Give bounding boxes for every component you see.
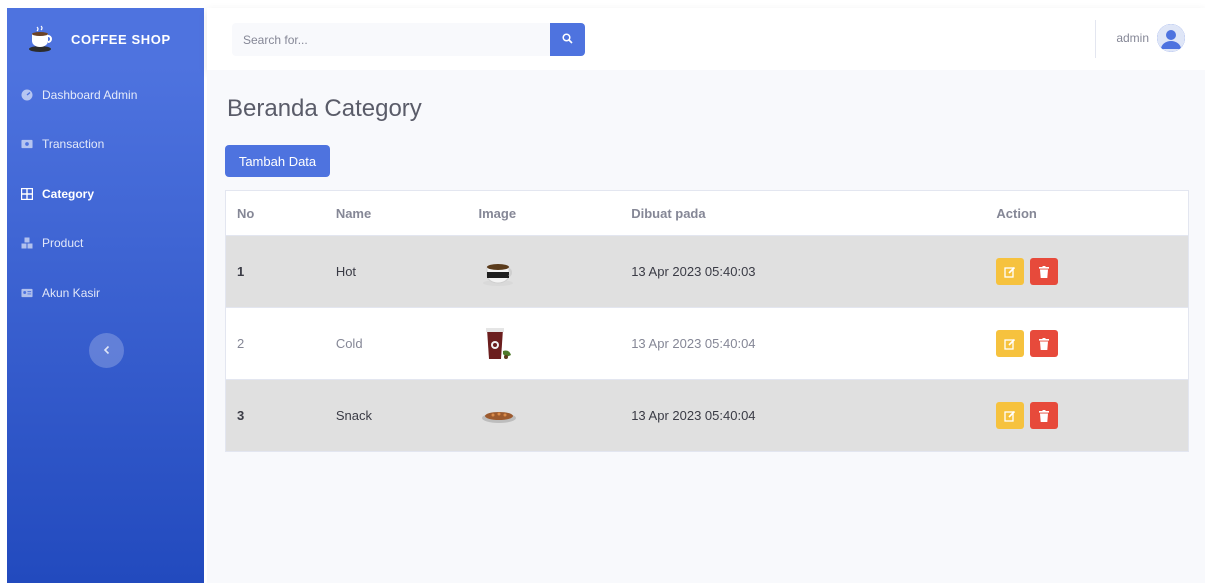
column-header[interactable]: No	[226, 206, 324, 221]
column-header[interactable]: Name	[324, 206, 469, 221]
edit-button[interactable]	[996, 258, 1025, 285]
table-header: No Name Image Dibuat pada Action	[226, 191, 1188, 235]
topbar-divider	[1095, 20, 1096, 58]
add-data-button[interactable]: Tambah Data	[225, 145, 330, 177]
row-image	[469, 253, 619, 291]
brand-name: COFFEE SHOP	[71, 31, 171, 47]
cold-drink-icon	[479, 325, 519, 363]
user-name: admin	[1116, 31, 1149, 45]
sidebar-item-label: Transaction	[42, 137, 105, 152]
sidebar-toggle-button[interactable]	[89, 333, 124, 368]
sidebar: COFFEE SHOP Dashboard Admin Transaction …	[7, 8, 204, 583]
brand[interactable]: COFFEE SHOP	[7, 8, 204, 70]
edit-button[interactable]	[996, 330, 1025, 357]
row-created-date: 13 Apr 2023 05:40:03	[631, 264, 756, 279]
delete-button[interactable]	[1030, 402, 1059, 429]
sidebar-item-category[interactable]: Category	[7, 169, 204, 219]
dashboard-icon	[21, 89, 33, 101]
search-input[interactable]	[232, 23, 550, 56]
trash-icon	[1039, 409, 1050, 422]
row-name: Cold	[335, 336, 363, 351]
search-button[interactable]	[550, 23, 585, 56]
row-name: Hot	[335, 264, 357, 279]
row-created-date: 13 Apr 2023 05:40:04	[631, 408, 756, 423]
boxes-icon	[21, 237, 33, 249]
page-title: Beranda Category	[227, 95, 422, 122]
row-number: 3	[237, 408, 245, 423]
column-header: Action	[996, 205, 1037, 221]
table-row: 2 Cold 13 Apr 2023 05:40:04	[226, 307, 1188, 379]
column-header[interactable]: Image	[469, 206, 619, 221]
grid-icon	[21, 187, 33, 200]
sidebar-item-label: Akun Kasir	[42, 285, 101, 300]
edit-icon	[1004, 338, 1016, 350]
hot-coffee-icon	[479, 253, 519, 291]
user-menu[interactable]: admin	[1116, 24, 1185, 52]
sidebar-item-label: Dashboard Admin	[42, 87, 138, 102]
row-image	[469, 325, 619, 363]
trash-icon	[1039, 265, 1050, 278]
id-card-icon	[21, 287, 33, 299]
main-content: Beranda Category Tambah Data No Name Ima…	[207, 70, 1205, 583]
coffee-cup-icon	[27, 25, 55, 53]
delete-button[interactable]	[1030, 258, 1059, 285]
row-image	[469, 397, 619, 435]
sidebar-item-akun-kasir[interactable]: Akun Kasir	[7, 268, 204, 318]
sidebar-item-label: Category	[42, 186, 95, 201]
table-row: 1 Hot 13 Apr 2023 05:40:03	[226, 235, 1188, 307]
sidebar-item-transaction[interactable]: Transaction	[7, 120, 204, 170]
row-actions	[983, 402, 1188, 429]
app-window: COFFEE SHOP Dashboard Admin Transaction …	[0, 0, 1205, 583]
delete-button[interactable]	[1030, 330, 1059, 357]
edit-icon	[1004, 410, 1016, 422]
row-number: 2	[237, 336, 245, 351]
row-actions	[983, 330, 1188, 357]
trash-icon	[1039, 337, 1050, 350]
category-table: No Name Image Dibuat pada Action 1 Hot 1…	[225, 190, 1189, 452]
topbar: admin	[207, 8, 1205, 70]
sidebar-item-dashboard-admin[interactable]: Dashboard Admin	[7, 70, 204, 120]
search-icon	[562, 31, 573, 49]
chevron-left-icon	[102, 342, 112, 360]
row-actions	[983, 258, 1188, 285]
search-bar	[232, 23, 585, 56]
snack-plate-icon	[479, 397, 519, 435]
row-name: Snack	[335, 408, 372, 423]
user-avatar-icon	[1157, 24, 1185, 52]
edit-icon	[1004, 266, 1016, 278]
edit-button[interactable]	[996, 402, 1025, 429]
money-icon	[21, 138, 33, 150]
row-created-date: 13 Apr 2023 05:40:04	[631, 336, 756, 351]
column-header[interactable]: Dibuat pada	[618, 206, 983, 221]
sidebar-item-label: Product	[42, 236, 84, 251]
table-row: 3 Snack 13 Apr 2023 05:40:04	[226, 379, 1188, 451]
sidebar-item-product[interactable]: Product	[7, 219, 204, 269]
row-number: 1	[237, 264, 245, 279]
